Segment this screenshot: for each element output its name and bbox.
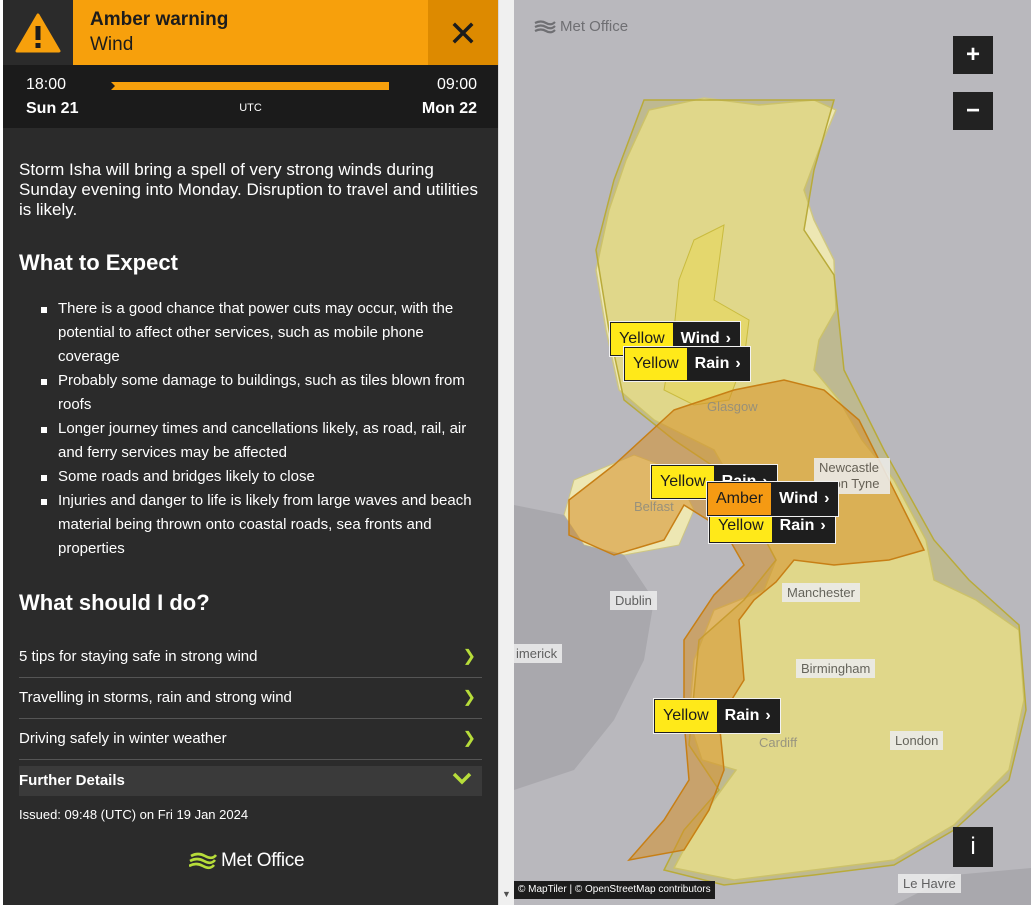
map-attribution[interactable]: © MapTiler | © OpenStreetMap contributor… (514, 881, 715, 899)
end-time: 09:00 (436, 76, 477, 93)
close-button[interactable] (428, 0, 498, 65)
expect-list: There is a good chance that power cuts m… (41, 297, 486, 561)
badge-type: Rain (724, 707, 760, 724)
timeline-track (111, 82, 389, 90)
link-wind-safety-tips[interactable]: 5 tips for staying safe in strong wind ❯ (19, 637, 482, 678)
badge-type: Wind (779, 490, 819, 507)
chevron-right-icon: › (725, 330, 731, 347)
map-info-button[interactable]: i (953, 827, 993, 867)
map-canvas[interactable] (514, 0, 1031, 905)
city-label-manchester: Manchester (782, 583, 860, 602)
badge-type: Wind (680, 330, 720, 347)
close-icon (452, 22, 474, 43)
chevron-right-icon: › (824, 490, 830, 507)
city-label-glasgow: Glasgow (707, 399, 758, 414)
what-to-do-heading: What should I do? (19, 590, 210, 615)
link-driving-winter[interactable]: Driving safely in winter weather ❯ (19, 719, 482, 760)
link-label: Driving safely in winter weather (19, 730, 227, 747)
start-time: 18:00 (26, 76, 67, 93)
expect-item: There is a good chance that power cuts m… (41, 297, 486, 369)
further-details-label: Further Details (19, 772, 125, 789)
warning-header: Amber warning Wind (3, 0, 498, 65)
map-logo: Met Office (534, 18, 628, 35)
warning-timeline: 18:00 Sun 21 UTC 09:00 Mon 22 (3, 65, 498, 128)
met-office-swirl-icon (534, 19, 556, 33)
warning-panel: Amber warning Wind 18:00 Sun 21 UTC 09:0… (3, 0, 498, 905)
chevron-right-icon: ❯ (462, 689, 476, 706)
zoom-out-button[interactable]: − (953, 92, 993, 130)
further-details-toggle[interactable]: Further Details (19, 766, 482, 796)
chevron-right-icon: ❯ (462, 730, 476, 747)
badge-type: Rain (694, 355, 730, 372)
city-label-dublin: Dublin (610, 591, 657, 610)
panel-scrollbar[interactable]: ▼ (498, 0, 514, 905)
what-to-expect-heading: What to Expect (19, 250, 178, 275)
badge-level: Yellow (625, 348, 687, 380)
city-label-london: London (890, 731, 944, 750)
chevron-right-icon: › (765, 707, 771, 724)
city-label-belfast: Belfast (634, 499, 674, 514)
chevron-down-icon (452, 772, 472, 785)
warning-type: Wind (90, 34, 134, 55)
warning-icon (3, 0, 73, 65)
badge-level: Amber (708, 483, 772, 515)
link-label: Travelling in storms, rain and strong wi… (19, 689, 292, 706)
city-label-cardiff: Cardiff (759, 735, 798, 750)
link-label: 5 tips for staying safe in strong wind (19, 648, 258, 665)
issued-timestamp: Issued: 09:48 (UTC) on Fri 19 Jan 2024 (19, 807, 249, 822)
warning-badge-yellow-rain[interactable]: Yellow Rain › (654, 699, 780, 733)
advice-links: 5 tips for staying safe in strong wind ❯… (19, 637, 482, 796)
badge-type: Rain (779, 517, 815, 534)
met-office-swirl-icon (189, 852, 217, 870)
chevron-right-icon: ❯ (462, 648, 476, 665)
expect-item: Some roads and bridges likely to close (41, 465, 486, 489)
city-label-birmingham: Birmingham (796, 659, 876, 678)
expect-item: Longer journey times and cancellations l… (41, 417, 486, 465)
met-office-logo: Met Office (189, 850, 305, 872)
city-label-limerick: imerick (514, 644, 563, 663)
link-travelling-in-storms[interactable]: Travelling in storms, rain and strong wi… (19, 678, 482, 719)
zoom-in-button[interactable]: + (953, 36, 993, 74)
warnings-map[interactable]: Met Office + − Glasgow Newcastle upon Ty… (514, 0, 1031, 905)
footer-logo-text: Met Office (221, 850, 305, 871)
map-logo-text: Met Office (560, 18, 629, 35)
warning-badge-amber-wind[interactable]: Amber Wind › (707, 482, 839, 516)
warning-level: Amber warning (90, 9, 229, 30)
chevron-right-icon: › (820, 517, 826, 534)
warning-badge-yellow-rain[interactable]: Yellow Rain › (624, 347, 750, 381)
scroll-down-icon[interactable]: ▼ (502, 889, 511, 899)
end-day: Mon 22 (421, 100, 477, 117)
badge-level: Yellow (652, 466, 714, 498)
expect-item: Probably some damage to buildings, such … (41, 369, 486, 417)
chevron-right-icon: › (735, 355, 741, 372)
badge-level: Yellow (655, 700, 717, 732)
expect-item: Injuries and danger to life is likely fr… (41, 489, 486, 561)
city-label-le-havre: Le Havre (898, 874, 961, 893)
warning-summary: Storm Isha will bring a spell of very st… (19, 160, 478, 219)
